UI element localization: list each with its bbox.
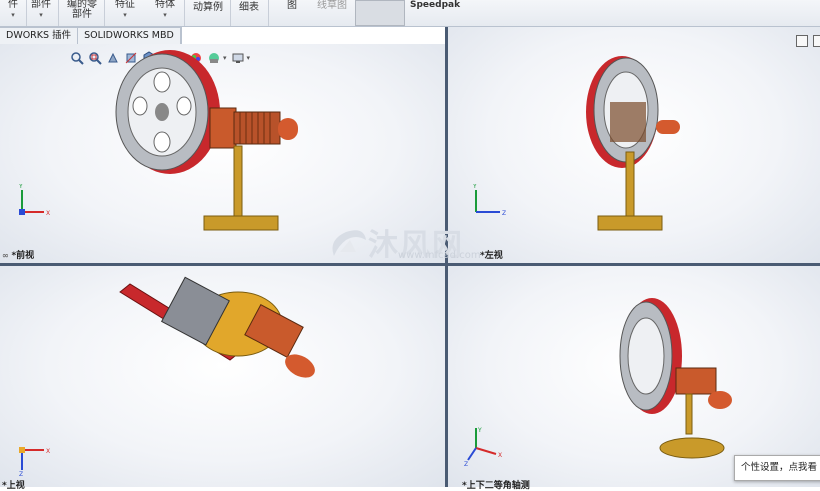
- ribbon-item-feature[interactable]: 特征 ▾: [110, 0, 140, 26]
- axis-label-x: X: [498, 452, 502, 459]
- axis-label-x: X: [46, 448, 50, 455]
- axis-label-x: X: [46, 210, 50, 217]
- ribbon-label: 线草图: [317, 0, 347, 11]
- divider: [58, 0, 59, 26]
- ribbon-label: 件: [8, 0, 18, 10]
- axis-triad-left: Y Z: [472, 184, 506, 217]
- ribbon-item-bom[interactable]: 细表: [234, 0, 264, 26]
- ribbon-item-entity[interactable]: 特体 ▾: [150, 0, 180, 26]
- ribbon-label: 部件: [31, 0, 51, 10]
- ribbon-item-assembly[interactable]: 部件 ▾: [28, 0, 54, 26]
- view-label-top: *上视: [2, 481, 25, 491]
- watermark-logo-icon: [332, 230, 366, 256]
- speedpak-label: Speedpak: [410, 0, 461, 10]
- divider: [230, 0, 231, 26]
- ribbon-item-part[interactable]: 件 ▾: [2, 0, 24, 26]
- divider: [268, 0, 269, 26]
- ribbon-label: 特体: [155, 0, 175, 10]
- view-name: *前视: [11, 251, 35, 261]
- ribbon-item-motion-study[interactable]: 动算例: [188, 0, 228, 26]
- axis-label-y: Y: [477, 427, 482, 434]
- axis-triad-top: X Z: [19, 447, 50, 476]
- ribbon-label: 特征: [115, 0, 135, 10]
- axis-label-z: Z: [502, 210, 506, 217]
- tab-addins[interactable]: DWORKS 插件: [0, 28, 79, 44]
- model-left-view[interactable]: [570, 52, 690, 238]
- command-manager-ribbon: 件 ▾ 部件 ▾ 编的零 部件 特征 ▾ 特体 ▾ 动算例 细表 图 线草图 Speed…: [0, 0, 820, 27]
- view-label-iso: *上下二等角轴测: [462, 481, 530, 491]
- axis-triad-front: Y X: [18, 184, 50, 217]
- viewport-menu-icon[interactable]: [813, 35, 820, 47]
- command-tabs: DWORKS 插件 SOLIDWORKS MBD: [0, 27, 182, 45]
- model-front-view[interactable]: [100, 50, 320, 240]
- stand: [203, 145, 279, 231]
- axis-label-z: Z: [19, 471, 23, 476]
- ribbon-label: 编的零 部件: [67, 0, 97, 20]
- ribbon-label: 动算例: [193, 2, 223, 13]
- axis-label-y: Y: [18, 184, 23, 190]
- chevron-down-icon: ▾: [11, 11, 15, 19]
- axis-label-y: Y: [472, 184, 477, 190]
- viewport-restore-icon[interactable]: [796, 35, 808, 47]
- ribbon-item-drawing[interactable]: 图: [282, 0, 302, 26]
- axis-label-z: Z: [464, 461, 468, 468]
- chevron-down-icon: ▾: [39, 11, 43, 19]
- zoom-to-fit-icon[interactable]: [70, 51, 84, 65]
- tab-mbd[interactable]: SOLIDWORKS MBD: [78, 28, 181, 44]
- chevron-down-icon: ▾: [163, 11, 167, 19]
- model-top-view[interactable]: [110, 272, 320, 392]
- watermark-url: www.mfcad.com: [398, 250, 481, 261]
- divider: [184, 0, 185, 26]
- ribbon-item-sketch[interactable]: 线草图: [312, 0, 352, 26]
- view-label-front: ∞ *前视: [2, 248, 34, 261]
- ribbon-label: 细表: [239, 2, 259, 13]
- model-iso-view[interactable]: [612, 296, 742, 466]
- ribbon-item-edit-part[interactable]: 编的零 部件: [62, 0, 102, 26]
- chevron-down-icon: ▾: [123, 11, 127, 19]
- divider: [26, 0, 27, 26]
- cylinder-assembly: [209, 107, 298, 149]
- watermark: 沐风网 www.mfcad.com: [326, 222, 496, 266]
- personalize-tooltip[interactable]: 个性设置，点我看: [734, 455, 820, 481]
- flywheel: [115, 50, 220, 174]
- axis-triad-iso: X Y Z: [464, 427, 502, 468]
- speedpak-button[interactable]: [355, 0, 405, 26]
- divider: [104, 0, 105, 26]
- ribbon-label: 图: [287, 0, 297, 11]
